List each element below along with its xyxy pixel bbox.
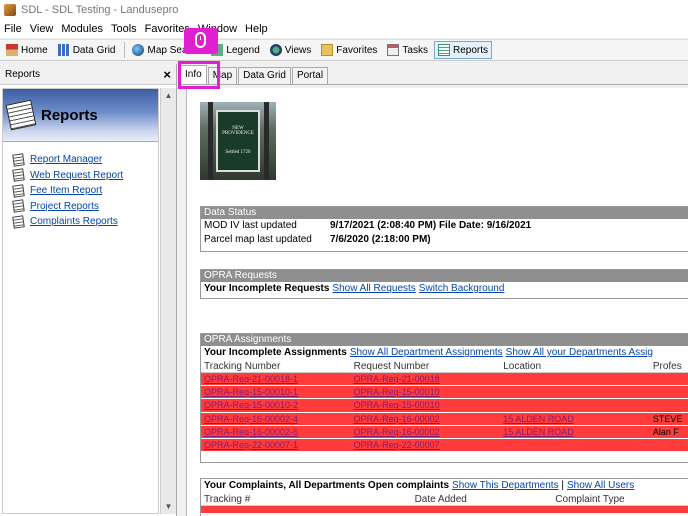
assignments-line: Your Incomplete Assignments Show All Depa… [201,346,688,360]
scroll-down-icon[interactable]: ▼ [161,499,176,514]
opra-requests-header: OPRA Requests [201,270,688,282]
assignments-title: Your Incomplete Assignments [204,347,347,358]
complaints-reports-link[interactable]: Complaints Reports [30,216,118,227]
web-request-report-link[interactable]: Web Request Report [30,170,123,181]
status-row: Parcel map last updated 7/6/2020 (2:18:00… [204,234,431,245]
document-icon [12,153,25,167]
show-this-departments-link[interactable]: Show This Departments [452,480,559,491]
reports-panel: Reports × Reports Report Manager Web Req… [0,64,177,516]
fee-item-report-link[interactable]: Fee Item Report [30,185,102,196]
sign-text: Settled 1720 [225,150,251,155]
opra-assignments-box: OPRA Assignments Your Incomplete Assignm… [200,333,688,463]
reports-header: Reports [3,89,158,142]
mouse-click-badge [184,28,218,54]
table-row[interactable]: OPRA-Req-21-00018-1 OPRA-Req-21-00018 [201,373,688,387]
menu-file[interactable]: File [4,23,22,35]
panel-scrollbar[interactable]: ▲ ▼ [160,88,176,514]
requests-line: Your Incomplete Requests Show All Request… [201,282,688,296]
panel-header: Reports × [0,64,176,85]
show-all-your-departments-link[interactable]: Show All your Departments Assig [506,347,653,358]
table-row[interactable]: OPRA-Req-15-00010-2 OPRA-Req-15-00010 [201,399,688,413]
tasks-icon [387,44,400,56]
grid-icon [57,44,70,56]
scroll-up-icon[interactable]: ▲ [161,88,176,103]
sign-post [264,102,269,180]
document-icon [12,215,25,229]
tasks-button[interactable]: Tasks [383,41,432,59]
menu-tools[interactable]: Tools [111,23,137,35]
opra-requests-box: OPRA Requests Your Incomplete Requests Sh… [200,269,688,299]
table-row[interactable]: OPRA-Req-15-00010-1 OPRA-Req-15-00010 [201,386,688,400]
document-icon [12,168,25,182]
opra-assignments-header: OPRA Assignments [201,334,688,346]
data-status-header: Data Status [201,207,688,219]
show-all-department-assignments-link[interactable]: Show All Department Assignments [350,347,503,358]
sign-text: NEW PROVIDENCE [222,126,254,136]
list-item: Report Manager [12,152,158,168]
table-row[interactable]: OPRA-Req-16-00002-6 OPRA-Req-16-00002 15 A… [201,425,688,439]
panel-title: Reports [5,68,41,80]
window-title: SDL - SDL Testing - Landusepro [21,4,179,16]
reports-icon [437,44,450,56]
toolbar-separator [124,42,126,58]
reports-button[interactable]: Reports [433,41,492,59]
complaints-line: Your Complaints, All Departments Open co… [201,479,688,493]
home-icon [6,44,18,56]
list-item: Complaints Reports [12,214,158,230]
complaints-title: Your Complaints, All Departments Open co… [204,480,450,491]
town-sign-photo: NEW PROVIDENCE Settled 1720 [200,102,276,180]
report-document-icon [5,99,37,131]
assignments-column-header: Tracking Number Request Number Location … [201,360,688,373]
favorites-button[interactable]: Favorites [317,41,381,59]
status-row: MOD IV last updated 9/17/2021 (2:08:40 PM… [204,220,532,231]
show-all-users-link[interactable]: Show All Users [567,480,634,491]
click-highlight [178,61,220,89]
switch-background-link[interactable]: Switch Background [419,283,505,294]
document-icon [12,199,25,213]
report-links: Report Manager Web Request Report Fee It… [3,142,158,230]
list-item: Fee Item Report [12,183,158,199]
close-icon[interactable]: × [163,67,171,82]
data-grid-button[interactable]: Data Grid [54,41,120,59]
tab-data-grid[interactable]: Data Grid [238,67,291,84]
link-divider: | [561,480,564,491]
folder-star-icon [321,44,334,56]
table-row[interactable]: OPRA-Req-16-00002-4 OPRA-Req-16-00002 15 A… [201,412,688,426]
title-bar: SDL - SDL Testing - Landusepro [0,0,688,20]
table-row[interactable]: OPRA-Req-22-00007-1 OPRA-Req-22-00007 [201,438,688,453]
requests-title: Your Incomplete Requests [204,283,330,294]
home-button[interactable]: Home [2,41,52,59]
sign-post [208,102,213,180]
list-item: Web Request Report [12,168,158,184]
info-content: NEW PROVIDENCE Settled 1720 Data Status … [186,88,688,516]
document-icon [12,184,25,198]
panel-body: Reports Report Manager Web Request Repor… [2,88,159,514]
table-row[interactable] [201,506,688,514]
tab-portal[interactable]: Portal [291,67,329,84]
data-status-box: Data Status MOD IV last updated 9/17/2021… [200,206,688,252]
town-sign: NEW PROVIDENCE Settled 1720 [216,110,260,172]
complaints-box: Your Complaints, All Departments Open co… [200,478,688,516]
report-manager-link[interactable]: Report Manager [30,154,102,165]
reports-heading: Reports [41,106,98,124]
toolbar: Home Data Grid Map Search Legend Views F… [0,39,688,61]
menu-help[interactable]: Help [245,23,268,35]
views-icon [269,44,282,56]
menu-modules[interactable]: Modules [61,23,103,35]
list-item: Project Reports [12,199,158,215]
menu-bar: File View Modules Tools Favorites Window… [0,20,688,38]
mouse-icon [195,32,206,48]
views-button[interactable]: Views [266,41,316,59]
globe-icon [132,44,145,56]
complaints-column-header: Tracking # Date Added Complaint Type [201,493,688,506]
app-icon [4,4,16,16]
tab-bar: Info Map Data Grid Portal [178,64,688,85]
project-reports-link[interactable]: Project Reports [30,201,99,212]
menu-view[interactable]: View [30,23,54,35]
show-all-requests-link[interactable]: Show All Requests [332,283,415,294]
